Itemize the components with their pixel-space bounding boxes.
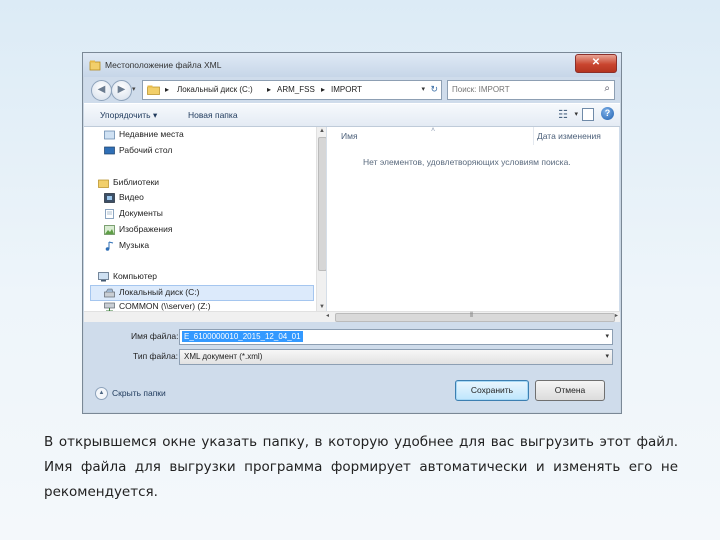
dialog-title: Местоположение файла XML (105, 60, 222, 70)
horizontal-scrollbar[interactable]: ◂ ⦀ ▸ (84, 311, 620, 322)
scroll-left-icon[interactable]: ◂ (326, 312, 329, 319)
app-icon (89, 60, 101, 71)
nav-item-label: Документы (119, 208, 163, 218)
navigation-pane: Недавние места Рабочий стол Библиотеки В… (84, 127, 327, 311)
view-dropdown-icon[interactable]: ▾ (574, 110, 578, 118)
nav-item-label: Компьютер (113, 271, 157, 281)
filename-input[interactable]: E_6100000010_2015_12_04_01 ▾ (179, 329, 613, 345)
filetype-value: XML документ (*.xml) (184, 352, 263, 361)
nav-item-label: COMMON (\\server) (Z:) (119, 301, 211, 311)
column-divider[interactable] (533, 127, 534, 145)
back-button[interactable]: ◀ (91, 80, 112, 101)
nav-item-label: Изображения (119, 224, 173, 234)
slide-caption: В открывшемся окне указать папку, в кото… (44, 434, 678, 500)
column-header-date-modified[interactable]: Дата изменения (537, 131, 601, 141)
nav-item-label: Локальный диск (C:) (119, 287, 200, 297)
desktop-icon (104, 146, 115, 155)
filetype-dropdown-icon[interactable]: ▾ (605, 352, 609, 360)
column-header-name[interactable]: Имя (341, 131, 358, 141)
nav-item-video[interactable]: Видео (104, 191, 304, 205)
save-button[interactable]: Сохранить (455, 380, 529, 401)
nav-item-label: Недавние места (119, 129, 184, 139)
nav-item-desktop[interactable]: Рабочий стол (104, 144, 304, 158)
network-drive-icon (104, 302, 115, 311)
nav-item-images[interactable]: Изображения (104, 223, 304, 237)
scroll-up-icon[interactable]: ▲ (319, 128, 325, 134)
empty-results-message: Нет элементов, удовлетворяющих условиям … (363, 157, 571, 167)
filetype-label: Тип файла: (133, 351, 179, 361)
nav-scroll-thumb[interactable] (318, 137, 326, 271)
nav-item-label: Рабочий стол (119, 145, 173, 155)
new-folder-button[interactable]: Новая папка (188, 110, 238, 120)
nav-item-computer[interactable]: Компьютер (98, 270, 298, 284)
nav-item-libraries[interactable]: Библиотеки (98, 176, 298, 190)
local-disk-icon (104, 288, 115, 298)
breadcrumb-sep-icon: ▸ (321, 85, 326, 94)
refresh-icon[interactable]: ↻ (430, 84, 438, 95)
video-icon (104, 193, 115, 203)
filename-label: Имя файла: (131, 331, 179, 341)
filename-selected-text: E_6100000010_2015_12_04_01 (182, 331, 303, 342)
sort-ascending-icon: ˄ (431, 127, 436, 134)
organize-button[interactable]: Упорядочить ▾ (100, 110, 157, 121)
close-button[interactable]: ✕ (575, 54, 617, 73)
search-input[interactable] (452, 83, 592, 96)
libraries-icon (98, 179, 109, 188)
nav-item-local-disk[interactable]: Локальный диск (C:) (90, 285, 314, 301)
documents-icon (105, 209, 114, 219)
nav-item-label: Библиотеки (113, 177, 160, 187)
horizontal-scroll-thumb[interactable] (335, 313, 615, 322)
breadcrumb-local-disk[interactable]: Локальный диск (C:) (177, 85, 253, 94)
save-file-dialog: Местоположение файла XML ✕ ◀ ▶ ▾ ▸ Локал… (82, 52, 622, 414)
nav-scrollbar[interactable]: ▲ ▼ (316, 127, 326, 311)
address-bar-row: ◀ ▶ ▾ ▸ Локальный диск (C:) ▸ ARM_FSS ▸ … (87, 79, 617, 101)
breadcrumb-sep-icon: ▸ (267, 85, 272, 94)
recent-locations-dropdown[interactable]: ▾ (132, 85, 136, 93)
nav-item-label: Видео (119, 192, 144, 202)
view-options-icon[interactable]: ☷ (558, 108, 568, 121)
music-icon (105, 241, 114, 251)
scroll-grip-icon: ⦀ (470, 312, 474, 319)
filename-dropdown-icon[interactable]: ▾ (605, 332, 609, 340)
nav-item-common-network[interactable]: COMMON (\\server) (Z:) (104, 300, 304, 311)
address-dropdown-icon[interactable]: ▾ (421, 85, 425, 93)
computer-icon (98, 272, 109, 282)
nav-item-documents[interactable]: Документы (104, 207, 304, 221)
search-box: ⌕ (447, 80, 615, 100)
hide-folders-label: Скрыть папки (112, 388, 166, 398)
search-icon[interactable]: ⌕ (604, 83, 610, 94)
cancel-button[interactable]: Отмена (535, 380, 605, 401)
help-icon[interactable]: ? (601, 107, 614, 120)
scroll-right-icon[interactable]: ▸ (615, 312, 618, 319)
nav-item-music[interactable]: Музыка (104, 239, 304, 253)
breadcrumb-arm-fss[interactable]: ARM_FSS (277, 85, 315, 94)
title-bar: Местоположение файла XML ✕ (83, 53, 621, 77)
toolbar: Упорядочить ▾ Новая папка ☷ ▾ ? (84, 103, 620, 127)
filetype-select[interactable]: XML документ (*.xml) ▾ (179, 349, 613, 365)
nav-item-label: Музыка (119, 240, 150, 250)
images-icon (104, 225, 115, 235)
file-list-pane: ˄ Имя Дата изменения Нет элементов, удов… (327, 127, 619, 311)
breadcrumb-import[interactable]: IMPORT (331, 85, 362, 94)
folder-icon (147, 85, 160, 95)
nav-item-recent-places[interactable]: Недавние места (104, 128, 304, 142)
preview-pane-icon[interactable] (582, 108, 594, 121)
scroll-down-icon[interactable]: ▼ (319, 304, 325, 310)
address-bar[interactable]: ▸ Локальный диск (C:) ▸ ARM_FSS ▸ IMPORT… (142, 80, 442, 100)
breadcrumb-sep-icon: ▸ (165, 85, 170, 94)
collapse-icon: ▲ (95, 387, 108, 400)
recent-places-icon (104, 130, 115, 140)
forward-button[interactable]: ▶ (111, 80, 132, 101)
